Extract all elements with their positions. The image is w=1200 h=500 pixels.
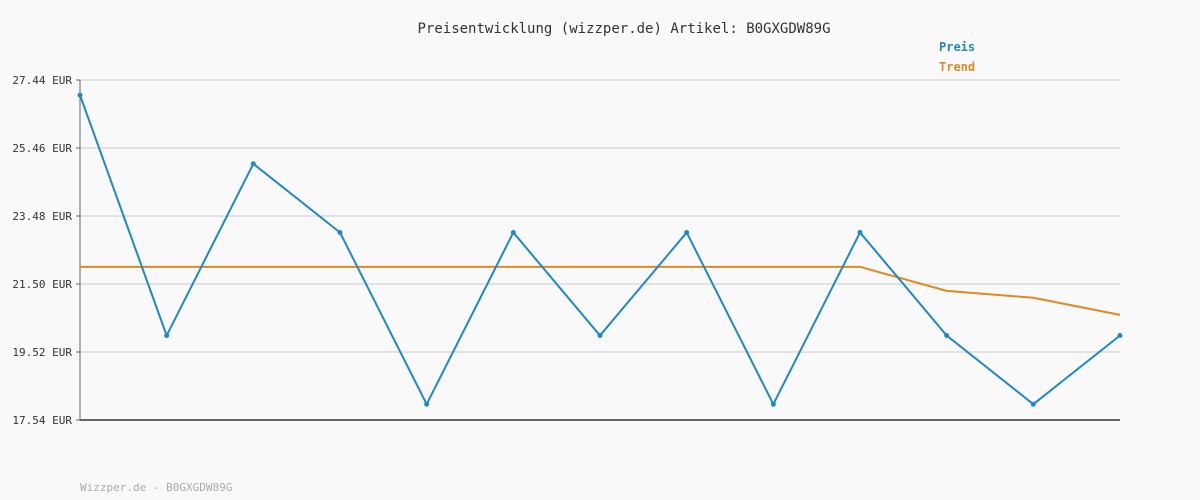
- data-point: [337, 229, 343, 235]
- y-tick-label: 19.52 EUR: [12, 346, 72, 359]
- y-tick-label: 27.44 EUR: [12, 74, 72, 87]
- data-point: [1030, 401, 1036, 407]
- data-point: [1117, 333, 1123, 339]
- data-point: [597, 333, 603, 339]
- data-point: [250, 161, 256, 167]
- data-point: [510, 229, 516, 235]
- series: [77, 92, 1123, 407]
- data-point: [164, 333, 170, 339]
- series-line-trend: [80, 265, 1121, 316]
- y-tick-label: 17.54 EUR: [12, 414, 72, 427]
- y-tick-label: 21.50 EUR: [12, 278, 72, 291]
- legend: Preis Trend: [939, 40, 975, 74]
- price-chart: Preisentwicklung (wizzper.de) Artikel: B…: [12, 21, 1123, 494]
- legend-item-preis: Preis: [939, 40, 975, 54]
- axes: 17.54 EUR 19.52 EUR 21.50 EUR 23.48 EUR 25.4…: [12, 74, 1120, 427]
- legend-item-trend: Trend: [939, 60, 975, 74]
- data-point: [770, 401, 776, 407]
- data-point: [944, 333, 950, 339]
- grid: [80, 79, 1120, 421]
- data-point: [684, 229, 690, 235]
- footer-text: Wizzper.de - B0GXGDW89G: [80, 481, 232, 494]
- chart-title: Preisentwicklung (wizzper.de) Artikel: B…: [417, 21, 830, 37]
- y-tick-label: 25.46 EUR: [12, 142, 72, 155]
- series-line-preis: [79, 94, 1121, 407]
- data-point: [857, 229, 863, 235]
- data-point: [77, 92, 83, 98]
- y-tick-label: 23.48 EUR: [12, 210, 72, 223]
- data-point: [424, 401, 430, 407]
